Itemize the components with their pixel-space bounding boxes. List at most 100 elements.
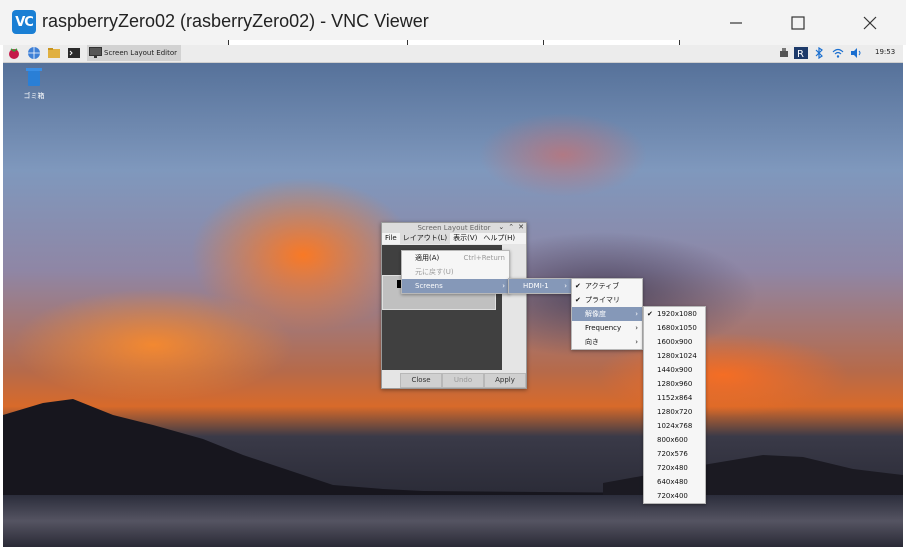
menu-layout[interactable]: レイアウト(L) — [399, 233, 451, 244]
sle-menubar: File レイアウト(L) 表示(V) ヘルプ(H) — [382, 233, 526, 244]
menu-item-label: HDMI-1 — [523, 282, 549, 290]
menu-item-screens[interactable]: Screens › — [402, 279, 509, 293]
menu-help[interactable]: ヘルプ(H) — [480, 233, 518, 244]
maximize-icon — [791, 15, 805, 30]
resolution-item[interactable]: 1152x864 — [644, 391, 705, 405]
chevron-right-icon: › — [564, 282, 567, 290]
monitor-icon — [89, 47, 102, 58]
resolution-item[interactable]: 1280x960 — [644, 377, 705, 391]
resolution-item[interactable]: 720x576 — [644, 447, 705, 461]
trash-desktop-item[interactable]: ゴミ箱 — [21, 67, 47, 101]
hdmi-item-2[interactable]: 解像度 › — [572, 307, 642, 321]
undo-button[interactable]: Undo — [442, 373, 484, 388]
resolution-item[interactable]: 1024x768 — [644, 419, 705, 433]
menu-item-a[interactable]: 適用(A) Ctrl+Return — [402, 251, 509, 265]
resolution-item[interactable]: ✔ 1920x1080 — [644, 307, 705, 321]
hdmi-item-4[interactable]: 向き › — [572, 335, 642, 349]
minimize-icon — [730, 21, 742, 24]
trash-label: ゴミ箱 — [23, 92, 45, 100]
hdmi-item-3[interactable]: Frequency › — [572, 321, 642, 335]
menu-item-label: アクティブ — [585, 282, 620, 290]
resolution-label: 1280x720 — [657, 408, 693, 416]
taskbar-task-label: Screen Layout Editor — [104, 49, 178, 57]
resolution-label: 1680x1050 — [657, 324, 697, 332]
resolution-label: 1280x1024 — [657, 352, 697, 360]
files-icon[interactable] — [47, 46, 61, 60]
resolution-label: 1280x960 — [657, 380, 693, 388]
terminal-icon[interactable] — [67, 46, 81, 60]
raspberry-icon[interactable] — [7, 46, 21, 60]
chevron-right-icon: › — [502, 282, 505, 290]
close-button[interactable] — [840, 0, 900, 45]
browser-icon[interactable] — [27, 46, 41, 60]
menu-item-label: 向き — [585, 338, 599, 346]
svg-text:R: R — [797, 49, 804, 59]
apply-button[interactable]: Apply — [484, 373, 526, 388]
chevron-right-icon: › — [635, 338, 638, 346]
resolution-item[interactable]: 1280x1024 — [644, 349, 705, 363]
bluetooth-icon[interactable] — [814, 47, 824, 59]
remote-desktop[interactable]: Screen Layout Editor R 19:53 ゴミ箱 Screen … — [3, 45, 903, 547]
wifi-icon[interactable] — [832, 47, 844, 59]
taskbar: Screen Layout Editor R 19:53 — [3, 45, 903, 63]
resolution-item[interactable]: 800x600 — [644, 433, 705, 447]
resolution-item[interactable]: 1440x900 — [644, 363, 705, 377]
menu-view[interactable]: 表示(V) — [450, 233, 480, 244]
mountain-silhouette — [3, 399, 903, 505]
checkmark-icon: ✔ — [647, 310, 653, 318]
resolution-label: 1440x900 — [657, 366, 693, 374]
sle-button-bar: Close Undo Apply — [382, 371, 526, 388]
vnc-logo-icon: VC — [12, 10, 36, 34]
network-share-icon[interactable] — [778, 47, 790, 59]
resolution-label: 1024x768 — [657, 422, 693, 430]
layout-menu: 適用(A) Ctrl+Return 元に戻す(U) Screens › — [401, 250, 510, 294]
screens-submenu: HDMI-1 › — [508, 278, 572, 294]
resolution-label: 720x480 — [657, 464, 688, 472]
window-title: raspberryZero02 (rasberryZero02) - VNC V… — [42, 11, 429, 31]
resolution-item[interactable]: 1680x1050 — [644, 321, 705, 335]
chevron-right-icon: › — [635, 310, 638, 318]
resolution-label: 720x400 — [657, 492, 688, 500]
minimize-button[interactable] — [706, 0, 766, 45]
menu-item-label: Screens — [415, 282, 443, 290]
checkmark-icon: ✔ — [575, 282, 581, 290]
sle-minimize-icon[interactable]: ⌄ — [498, 223, 504, 231]
resolution-label: 1920x1080 — [657, 310, 697, 318]
volume-icon[interactable] — [850, 47, 862, 59]
checkmark-icon: ✔ — [575, 296, 581, 304]
sle-close-icon[interactable]: ✕ — [518, 223, 524, 231]
vnc-titlebar: VC raspberryZero02 (rasberryZero02) - VN… — [0, 0, 906, 45]
close-dialog-button[interactable]: Close — [400, 373, 442, 388]
resolution-item[interactable]: 1600x900 — [644, 335, 705, 349]
menu-item-label: プライマリ — [585, 296, 620, 304]
close-icon — [863, 16, 877, 29]
clock[interactable]: 19:53 — [875, 48, 895, 56]
resolution-item[interactable]: 1280x720 — [644, 405, 705, 419]
resolution-label: 720x576 — [657, 450, 688, 458]
taskbar-task-screen-layout-editor[interactable]: Screen Layout Editor — [87, 45, 181, 61]
resolution-label: 1600x900 — [657, 338, 693, 346]
sea — [3, 495, 903, 547]
menu-item-accelerator: Ctrl+Return — [463, 254, 505, 262]
resolution-item[interactable]: 720x480 — [644, 461, 705, 475]
menu-item-label: 元に戻す(U) — [415, 268, 454, 276]
resolution-item[interactable]: 640x480 — [644, 475, 705, 489]
menu-file[interactable]: File — [382, 233, 400, 244]
maximize-button[interactable] — [768, 0, 828, 45]
resolution-submenu: ✔ 1920x1080 1680x1050 1600x900 1280x1024 1440… — [643, 306, 706, 504]
screens-item-hdmi-1[interactable]: HDMI-1 › — [509, 279, 571, 293]
realvnc-icon[interactable]: R — [794, 47, 808, 59]
sle-titlebar[interactable]: Screen Layout Editor ⌄ ⌃ ✕ — [382, 223, 526, 233]
hdmi-item-0[interactable]: ✔ アクティブ — [572, 279, 642, 293]
sle-maximize-icon[interactable]: ⌃ — [508, 223, 514, 231]
menu-item-label: 解像度 — [585, 310, 606, 318]
menu-item-u[interactable]: 元に戻す(U) — [402, 265, 509, 279]
resolution-item[interactable]: 720x400 — [644, 489, 705, 503]
trash-icon — [26, 68, 42, 86]
menu-item-label: 適用(A) — [415, 254, 440, 262]
hdmi-item-1[interactable]: ✔ プライマリ — [572, 293, 642, 307]
resolution-label: 800x600 — [657, 436, 688, 444]
sle-title: Screen Layout Editor — [417, 224, 491, 232]
menu-item-label: Frequency — [585, 324, 622, 332]
hdmi-1-submenu: ✔ アクティブ ✔ プライマリ 解像度 › Frequency › 向き › — [571, 278, 643, 350]
